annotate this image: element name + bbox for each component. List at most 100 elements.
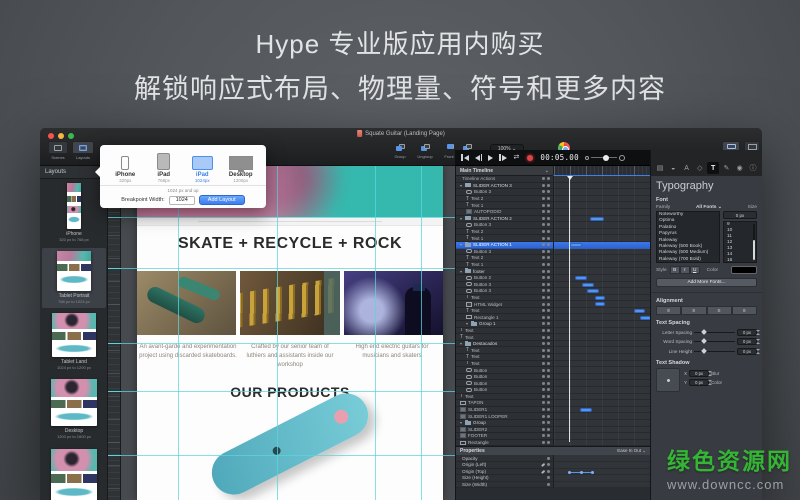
timeline-layer-row[interactable]: Button 3 xyxy=(456,288,650,295)
gear-icon[interactable] xyxy=(542,230,545,234)
spacing-stepper[interactable]: 0 px xyxy=(737,328,760,336)
gear-icon[interactable] xyxy=(542,302,545,306)
main-timeline-select[interactable]: Main Timeline xyxy=(456,166,553,176)
skip-to-start-button[interactable] xyxy=(461,154,469,161)
lock-icon[interactable] xyxy=(547,177,550,181)
property-row[interactable]: Origin (Left) xyxy=(456,461,650,469)
gear-icon[interactable] xyxy=(547,476,550,480)
photo-skateboards[interactable] xyxy=(137,271,237,335)
gear-icon[interactable] xyxy=(547,469,550,473)
timeline-layer-row[interactable]: Text xyxy=(456,334,650,341)
lock-icon[interactable] xyxy=(547,183,550,187)
gear-icon[interactable] xyxy=(542,210,545,214)
gear-icon[interactable] xyxy=(542,276,545,280)
gear-icon[interactable] xyxy=(542,263,545,267)
animation-bar[interactable] xyxy=(575,276,587,281)
timeline-layer-row[interactable]: Group 1 xyxy=(456,321,650,328)
gear-icon[interactable] xyxy=(542,236,545,240)
gear-icon[interactable] xyxy=(542,335,545,339)
gear-icon[interactable] xyxy=(542,197,545,201)
lock-icon[interactable] xyxy=(547,427,550,431)
layout-item-iphone[interactable]: iPhone 320 px to 768 px xyxy=(42,180,106,244)
lock-icon[interactable] xyxy=(547,322,550,326)
gear-icon[interactable] xyxy=(542,269,545,273)
lock-icon[interactable] xyxy=(547,381,550,385)
gear-icon[interactable] xyxy=(542,361,545,365)
timeline-layer-row[interactable]: AUTOPODIO xyxy=(456,208,650,216)
font-size-option[interactable]: 16 xyxy=(724,258,756,262)
gear-icon[interactable] xyxy=(542,322,545,326)
timeline-layer-row[interactable]: Text 2 xyxy=(456,255,650,262)
pencil-icon[interactable] xyxy=(540,469,546,474)
timeline-layer-row[interactable]: Button 3 xyxy=(456,189,650,196)
gear-icon[interactable] xyxy=(542,282,545,286)
lock-icon[interactable] xyxy=(547,295,550,299)
spacing-slider[interactable] xyxy=(694,331,735,333)
inspector-tab[interactable]: ✎ xyxy=(720,162,732,174)
lock-icon[interactable] xyxy=(547,190,550,194)
inspector-tab[interactable]: ◉ xyxy=(734,162,746,174)
gear-icon[interactable] xyxy=(542,256,545,260)
properties-header[interactable]: Properties Ease In Out xyxy=(456,446,650,456)
gear-icon[interactable] xyxy=(542,381,545,385)
column-text[interactable]: Crafted by our senior team of luthiers a… xyxy=(241,343,339,370)
bold-button[interactable]: B xyxy=(669,266,680,274)
lock-icon[interactable] xyxy=(547,203,550,207)
lock-icon[interactable] xyxy=(547,216,550,220)
animation-bar[interactable] xyxy=(634,309,645,314)
spacing-stepper[interactable]: 0 px xyxy=(737,347,760,355)
lock-icon[interactable] xyxy=(547,328,550,332)
timeline-layer-row[interactable]: Text xyxy=(456,347,650,355)
device-option[interactable]: iPad 768px xyxy=(145,150,183,183)
loop-icon[interactable]: ⇄ xyxy=(514,154,520,161)
style-segmented-control[interactable]: B I U xyxy=(669,266,700,274)
zoom-window-button[interactable] xyxy=(68,133,74,139)
minimize-button[interactable] xyxy=(58,133,64,139)
timeline-layer-row[interactable]: HTML Widget xyxy=(456,301,650,308)
canvas-area[interactable]: SKATE + RECYCLE + ROCK An avant-garde an… xyxy=(121,166,455,500)
device-option[interactable]: iPhone 320px xyxy=(106,150,144,183)
timeline-layer-row[interactable]: Destacados xyxy=(456,340,650,348)
lock-icon[interactable] xyxy=(547,269,550,273)
lock-icon[interactable] xyxy=(547,223,550,227)
lock-icon[interactable] xyxy=(547,355,550,359)
timeline-layer-row[interactable]: Text 2 xyxy=(456,195,650,203)
lock-icon[interactable] xyxy=(547,368,550,372)
shadow-offset-pad[interactable] xyxy=(656,367,680,392)
timeline-layer-row[interactable]: Text xyxy=(456,327,650,335)
timeline-ruler[interactable] xyxy=(553,166,650,176)
inspector-tab[interactable]: ⓘ xyxy=(747,162,759,174)
gear-icon[interactable] xyxy=(542,190,545,194)
group-button[interactable]: Group xyxy=(390,142,410,159)
timeline-layer-row[interactable]: SLIDER ACTION 2 xyxy=(456,215,650,223)
next-frame-button[interactable] xyxy=(499,154,507,161)
gear-icon[interactable] xyxy=(542,223,545,227)
easing-select[interactable]: Ease In Out xyxy=(553,448,650,454)
device-option[interactable]: iPad 1024px xyxy=(183,150,221,183)
lock-icon[interactable] xyxy=(547,243,550,247)
timeline-layer-row[interactable]: Group xyxy=(456,419,650,427)
timeline-layer-row[interactable]: SLIDER ACTION 1 xyxy=(456,241,650,249)
lock-icon[interactable] xyxy=(547,342,550,346)
gear-icon[interactable] xyxy=(542,401,545,405)
lock-icon[interactable] xyxy=(547,197,550,201)
timeline-layer-row[interactable]: Button xyxy=(456,367,650,374)
lock-icon[interactable] xyxy=(547,315,550,319)
gear-icon[interactable] xyxy=(542,315,545,319)
gear-icon[interactable] xyxy=(542,243,545,247)
lock-icon[interactable] xyxy=(547,441,550,445)
gear-icon[interactable] xyxy=(542,427,545,431)
record-button[interactable] xyxy=(527,154,534,161)
animation-bar[interactable] xyxy=(590,216,604,221)
layout-item-tablet-portrait[interactable]: Tablet Portrait 768 px to 1024 px xyxy=(42,248,106,308)
device-option[interactable]: Desktop 1200px xyxy=(222,150,260,183)
page-headline[interactable]: SKATE + RECYCLE + ROCK xyxy=(137,226,443,271)
timeline-layer-row[interactable]: Text xyxy=(456,307,650,315)
gear-icon[interactable] xyxy=(542,421,545,425)
ungroup-button[interactable]: Ungroup xyxy=(412,142,438,159)
timeline-layer-row[interactable]: Button xyxy=(456,387,650,394)
timeline-layer-row[interactable]: Button 3 xyxy=(456,248,650,256)
gear-icon[interactable] xyxy=(547,483,550,487)
zoom-slider-knob[interactable] xyxy=(602,154,609,161)
timeline-layer-row[interactable]: Text 1 xyxy=(456,202,650,209)
